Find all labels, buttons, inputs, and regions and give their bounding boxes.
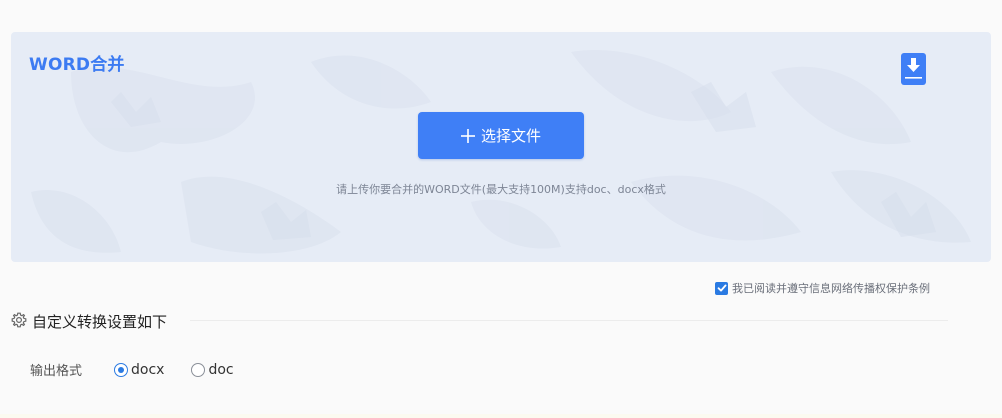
upload-panel[interactable]: WORD合并 选择文件 请上传你要合并的WORD文件(最大支持100M)支持do… xyxy=(11,32,991,262)
settings-header: 自定义转换设置如下 xyxy=(11,311,167,332)
gear-icon xyxy=(11,312,27,332)
select-file-button[interactable]: 选择文件 xyxy=(418,112,584,159)
radio-doc[interactable] xyxy=(191,362,206,377)
output-format-label: 输出格式 xyxy=(30,364,83,379)
checkmark-icon xyxy=(717,284,726,292)
agreement-text[interactable]: 我已阅读并遵守信息网络传播权保护条例 xyxy=(732,280,930,296)
select-file-label: 选择文件 xyxy=(480,128,541,145)
radio-docx[interactable] xyxy=(114,362,128,377)
output-format-row: 输出格式 docx doc xyxy=(30,360,261,380)
radio-label-doc[interactable]: doc xyxy=(208,362,233,378)
agreement: 我已阅读并遵守信息网络传播权保护条例 xyxy=(715,280,930,296)
panel-title: WORD合并 xyxy=(29,55,125,75)
plus-icon xyxy=(460,128,475,143)
agreement-checkbox[interactable] xyxy=(715,281,728,295)
radio-label-docx[interactable]: docx xyxy=(131,362,164,378)
settings-divider xyxy=(190,320,948,321)
upload-hint: 请上传你要合并的WORD文件(最大支持100M)支持doc、docx格式 xyxy=(336,183,666,196)
format-option-doc[interactable]: doc xyxy=(191,362,234,378)
download-icon[interactable] xyxy=(901,53,926,85)
format-option-docx[interactable]: docx xyxy=(114,362,164,378)
settings-title: 自定义转换设置如下 xyxy=(32,313,168,331)
bottom-strip xyxy=(0,414,1002,418)
